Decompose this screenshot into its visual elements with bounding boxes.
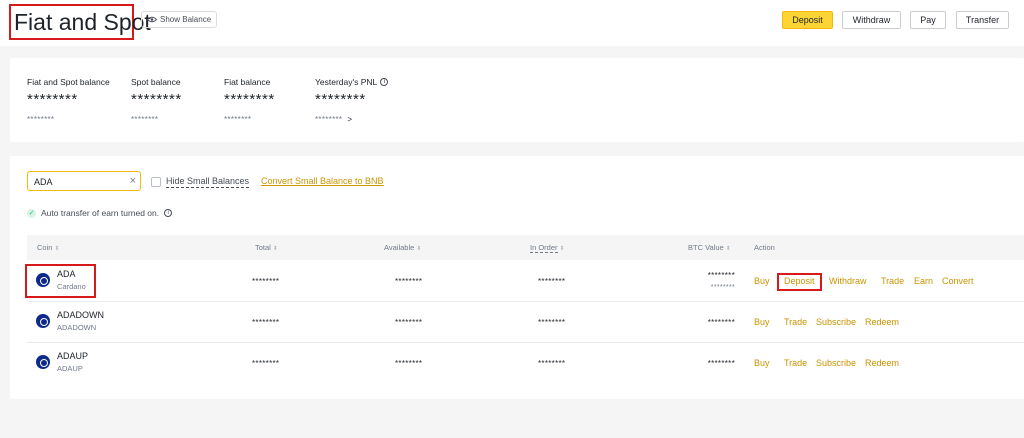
show-balance-button[interactable]: Show Balance [141,11,218,28]
balance-summary-card: Fiat and Spot balance ******** ******** … [10,58,1024,142]
adaup-coin-icon [36,355,50,369]
table-header: Coin ⬍ Total ⬍ Available ⬍ In Order ⬍ BTC Va… [27,235,1024,260]
balance-value: ******** [131,91,182,108]
table-row: ADADOWN ADADOWN ******** ******** ******… [27,302,1024,343]
sort-icon: ⬍ [725,246,731,252]
subscribe-link[interactable]: Subscribe [816,317,856,327]
btc-value-cell: ******** [707,271,735,280]
fiat-balance: Fiat balance ******** ******** [224,77,275,124]
redeem-link[interactable]: Redeem [865,317,899,327]
balance-value: ******** [315,91,366,108]
in-order-cell: ******** [538,359,566,368]
assets-table-card: × Hide Small Balances Convert Small Bala… [10,156,1024,399]
in-order-cell: ******** [538,318,566,327]
balance-sub-value: ******** [27,115,55,124]
coin-name: ADAUP [57,364,83,373]
available-cell: ******** [395,277,423,286]
column-header-btc-value[interactable]: BTC Value ⬍ [688,235,731,262]
column-header-action: Action [754,243,775,252]
table-row: ADA Cardano ******** ******** ******** *… [25,261,1024,302]
btc-value-cell: ******** [707,359,735,368]
coin-name: ADADOWN [57,323,97,332]
auto-transfer-notice: ✓ Auto transfer of earn turned on. i [27,208,173,218]
subscribe-link[interactable]: Subscribe [816,358,856,368]
buy-link[interactable]: Buy [754,358,770,368]
sort-icon: ⬍ [272,246,278,252]
withdraw-button[interactable]: Withdraw [842,11,901,29]
convert-small-balance-link[interactable]: Convert Small Balance to BNB [261,176,384,186]
total-cell: ******** [252,277,280,286]
redeem-link[interactable]: Redeem [865,358,899,368]
show-balance-label: Show Balance [160,15,212,24]
sort-icon: ⬍ [416,246,422,252]
btc-value-cell: ******** [707,318,735,327]
withdraw-link[interactable]: Withdraw [829,276,867,286]
in-order-cell: ******** [538,277,566,286]
balance-value: ******** [27,91,78,108]
pay-button[interactable]: Pay [910,11,946,29]
auto-transfer-text: Auto transfer of earn turned on. [41,208,160,218]
coin-symbol: ADAUP [57,351,89,361]
close-icon[interactable]: × [130,175,136,187]
trade-link[interactable]: Trade [881,276,904,286]
spot-balance: Spot balance ******** ******** [131,77,182,124]
page-header: Fiat and Spot Show Balance Deposit Withd… [0,0,1024,46]
column-header-available[interactable]: Available ⬍ [384,235,421,262]
earn-link[interactable]: Earn [914,276,933,286]
eye-icon [147,16,157,23]
available-cell: ******** [395,359,423,368]
yesterday-pnl: Yesterday's PNL i ******** ******** > [315,77,389,124]
coin-cell[interactable]: ADAUP ADAUP [36,351,88,373]
available-cell: ******** [395,318,423,327]
table-row: ADAUP ADAUP ******** ******** ******** *… [27,343,1024,384]
pnl-details-link[interactable]: ******** > [315,115,388,124]
convert-link[interactable]: Convert [942,276,974,286]
sort-icon: ⬍ [559,246,565,252]
trade-link[interactable]: Trade [784,317,807,327]
balance-sub-value: ******** [315,115,343,124]
column-header-coin[interactable]: Coin ⬍ [37,235,59,262]
search-input[interactable] [28,173,118,191]
highlight-box [25,264,96,298]
check-icon: ✓ [27,208,36,218]
btc-value-sub-cell: ******** [710,284,735,291]
coin-search-box[interactable]: × [27,171,141,191]
total-cell: ******** [252,318,280,327]
page-title: Fiat and Spot [9,4,151,40]
sort-icon: ⬍ [54,246,60,252]
hide-small-balances-label: Hide Small Balances [166,176,250,188]
coin-cell[interactable]: ADADOWN ADADOWN [36,310,104,332]
column-header-in-order[interactable]: In Order ⬍ [530,235,565,262]
balance-label: Spot balance [131,77,181,87]
info-icon[interactable]: i [164,209,173,217]
deposit-button[interactable]: Deposit [782,11,833,29]
info-icon[interactable]: i [380,78,389,86]
adadown-coin-icon [36,314,50,328]
trade-link[interactable]: Trade [784,358,807,368]
balance-label: Fiat balance [224,77,271,87]
fiat-spot-balance: Fiat and Spot balance ******** ******** [27,77,110,124]
column-header-total[interactable]: Total ⬍ [255,235,278,262]
total-cell: ******** [252,359,280,368]
buy-link[interactable]: Buy [754,276,770,286]
balance-sub-value: ******** [224,115,252,124]
buy-link[interactable]: Buy [754,317,770,327]
coin-symbol: ADADOWN [57,310,104,320]
chevron-right-icon: > [347,115,353,124]
hide-small-balances-toggle[interactable]: Hide Small Balances [151,176,250,188]
checkbox[interactable] [151,177,161,187]
balance-sub-value: ******** [131,115,159,124]
highlight-box [777,273,822,291]
balance-label: Fiat and Spot balance [27,77,110,87]
balance-value: ******** [224,91,275,108]
transfer-button[interactable]: Transfer [956,11,1009,29]
balance-label: Yesterday's PNL [315,77,378,87]
